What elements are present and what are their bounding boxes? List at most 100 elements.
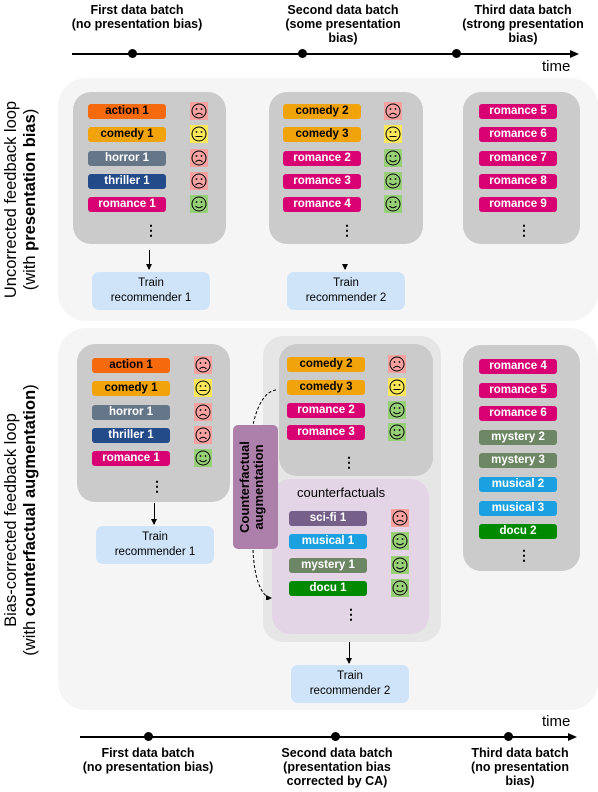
top-batch-2-label: Second data batch (some presentation bia… [268, 3, 418, 45]
loop-label-line1: Uncorrected feedback loop [2, 100, 20, 299]
feedback-sad-face-icon [190, 102, 208, 120]
item-romance: romance 9 [479, 197, 557, 213]
feedback-happy-face-icon [384, 195, 402, 214]
label-bold: counterfactual augmentation [21, 389, 39, 617]
train-label: Train [142, 531, 168, 543]
train-label: Train [337, 670, 363, 682]
train-label: recommender 2 [309, 685, 391, 697]
feedback-sad-face-icon [391, 509, 409, 527]
feedback-happy-face-icon [388, 423, 406, 442]
batch-title: Second data batch [281, 746, 393, 760]
train-recommender-1-box: Train recommender 1 [92, 272, 210, 310]
feedback-sad-face-icon [384, 102, 402, 120]
bottom-batch-1-marker [144, 732, 153, 741]
feedback-happy-face-icon [384, 171, 402, 190]
item-romance: romance 3 [283, 173, 361, 189]
ellipsis-icon: ⋮ [340, 222, 354, 238]
item-scifi: sci-fi 1 [289, 511, 367, 526]
feedback-sad-face-icon [190, 171, 208, 190]
feedback-sad-face-icon [194, 402, 212, 421]
train-label: recommender 1 [110, 292, 192, 304]
feedback-neutral-face-icon [384, 125, 402, 144]
loop-label-line2: (with presentation bias) [21, 77, 40, 322]
loop-label-line1: Bias-corrected feedback loop [2, 413, 20, 627]
feedback-sad-face-icon [194, 356, 212, 374]
item-comedy: comedy 3 [287, 379, 365, 395]
batch-subtitle: bias) [508, 31, 538, 45]
item-romance: romance 6 [479, 127, 557, 143]
item-romance: romance 4 [479, 359, 557, 374]
top-batch-1-label: First data batch (no presentation bias) [62, 3, 212, 31]
ca-text: Counterfactual augmentation [237, 425, 266, 549]
top-batch-1-marker [128, 49, 137, 58]
label-bold: presentation bias [21, 114, 39, 251]
ca-line2: augmentation [251, 444, 266, 530]
item-comedy: comedy 1 [88, 127, 166, 143]
feedback-happy-face-icon [194, 449, 212, 468]
train-label: Train [138, 277, 164, 289]
item-docu: docu 2 [479, 524, 557, 540]
train-recommender-2-box: Train recommender 2 [287, 272, 405, 310]
item-musical: musical 1 [289, 534, 367, 550]
feedback-happy-face-icon [190, 195, 208, 214]
item-comedy: comedy 3 [283, 127, 361, 143]
feedback-neutral-face-icon [194, 379, 212, 398]
item-romance: romance 2 [283, 150, 361, 166]
item-mystery: mystery 3 [479, 453, 557, 469]
top-time-label: time [542, 58, 571, 75]
item-comedy: comedy 2 [283, 104, 361, 119]
item-romance: romance 7 [479, 150, 557, 166]
feedback-neutral-face-icon [388, 377, 406, 396]
bottom-batch-2-label: Second data batch (presentation bias cor… [262, 746, 412, 788]
feedback-happy-face-icon [388, 400, 406, 419]
ellipsis-icon: ⋮ [517, 547, 531, 563]
top-timeline-axis [72, 53, 572, 55]
bottom-timeline-axis [80, 736, 570, 738]
feedback-happy-face-icon [391, 532, 409, 551]
label-prefix: (with [21, 616, 39, 656]
top-timeline-arrowhead [570, 50, 579, 58]
feedback-neutral-face-icon [190, 125, 208, 144]
batch-subtitle: corrected by CA) [286, 774, 388, 788]
item-romance: romance 2 [287, 402, 365, 418]
top-batch-3-label: Third data batch (strong presentation bi… [448, 3, 598, 45]
loop-label-line2: (with counterfactual augmentation) [21, 330, 40, 710]
batch-subtitle: (no presentation bias) [82, 760, 214, 774]
top-batch-3-marker [452, 49, 461, 58]
top-batch-2-marker [298, 49, 307, 58]
train-label: recommender 2 [305, 292, 387, 304]
item-horror: horror 1 [92, 404, 170, 420]
batch-title: Third data batch [471, 746, 569, 760]
item-musical: musical 3 [479, 500, 557, 516]
batch-subtitle: bias) [505, 774, 535, 788]
item-comedy: comedy 1 [92, 381, 170, 397]
item-romance: romance 5 [479, 104, 557, 119]
item-romance: romance 4 [283, 197, 361, 213]
bottom-timeline-arrowhead [568, 733, 577, 741]
item-action: action 1 [88, 104, 166, 119]
batch-subtitle: (presentation bias [283, 760, 391, 774]
item-mystery: mystery 1 [289, 557, 367, 573]
feedback-happy-face-icon [391, 555, 409, 574]
item-docu: docu 1 [289, 580, 367, 596]
batch-title: Second data batch [287, 3, 399, 17]
feedback-sad-face-icon [388, 355, 406, 373]
ellipsis-icon: ⋮ [150, 478, 164, 494]
item-musical: musical 2 [479, 477, 557, 492]
feedback-sad-face-icon [194, 425, 212, 444]
arrow-to-train-1 [150, 503, 158, 525]
bottom-time-label: time [542, 713, 571, 730]
label-prefix: (with [21, 250, 39, 291]
label-suffix: ) [21, 108, 39, 115]
feedback-sad-face-icon [190, 148, 208, 167]
item-romance: romance 6 [479, 406, 557, 422]
item-romance: romance 1 [88, 197, 166, 213]
bottom-batch-3-label: Third data batch (no presentation bias) [460, 746, 580, 788]
train-label: recommender 1 [114, 546, 196, 558]
arrow-to-train-2 [345, 642, 353, 664]
bottom-batch-2-marker [331, 732, 340, 741]
train-label: Train [333, 277, 359, 289]
batch-title: First data batch [101, 746, 195, 760]
ca-line1: Counterfactual [237, 441, 252, 533]
batch-subtitle: (no presentation [471, 760, 569, 774]
